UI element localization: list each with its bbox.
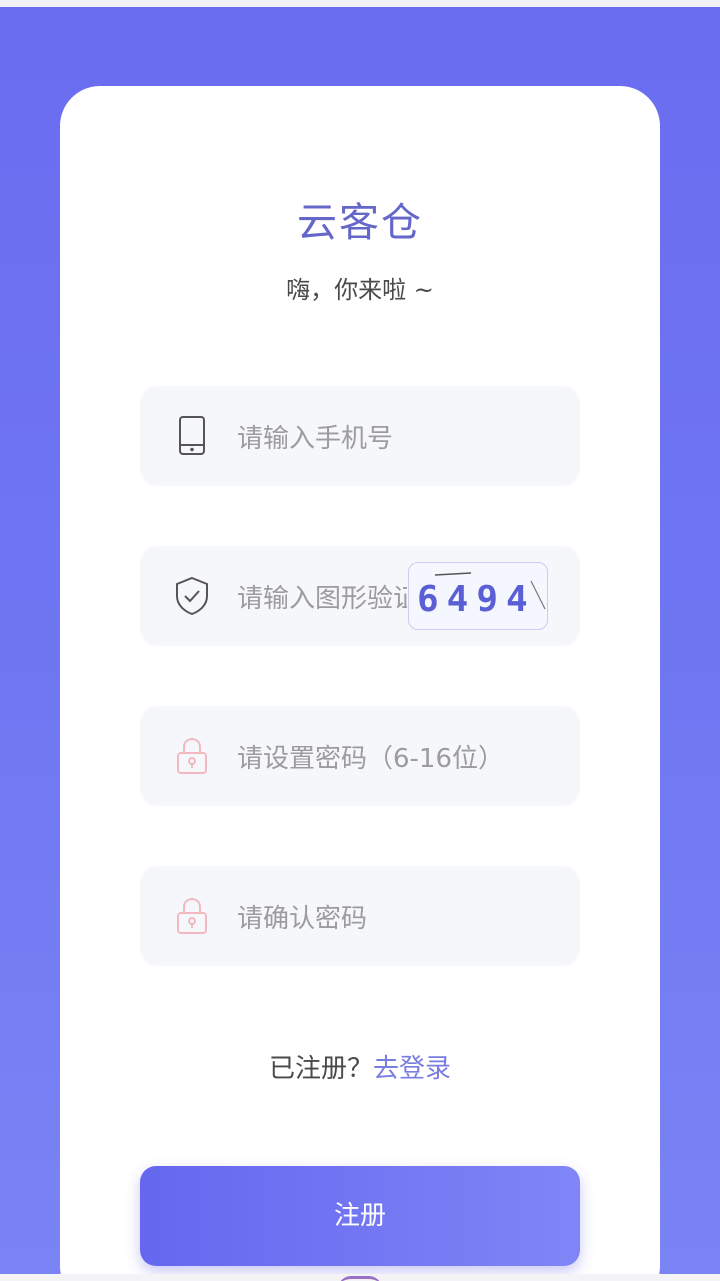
shield-check-icon xyxy=(172,574,212,618)
captcha-input[interactable]: 请输入图形验证码 xyxy=(237,578,407,615)
register-button[interactable]: 注册 xyxy=(140,1166,580,1266)
captcha-field[interactable]: 请输入图形验证码 6494 xyxy=(140,546,580,646)
app-title: 云客仓 xyxy=(297,200,423,246)
phone-field[interactable]: 请输入手机号 xyxy=(140,386,580,486)
password-input[interactable]: 请设置密码（6-16位） xyxy=(237,738,504,775)
lock-icon xyxy=(172,734,212,778)
phone-input[interactable]: 请输入手机号 xyxy=(237,418,393,455)
captcha-image[interactable]: 6494 xyxy=(408,562,548,630)
login-prompt: 已注册？去登录 xyxy=(0,1048,720,1085)
confirm-password-field[interactable]: 请确认密码 xyxy=(140,866,580,966)
password-field[interactable]: 请设置密码（6-16位） xyxy=(140,706,580,806)
login-prompt-text: 已注册？ xyxy=(268,1054,373,1084)
welcome-subtitle: 嗨，你来啦 ~ xyxy=(286,276,434,304)
lock-icon xyxy=(172,894,212,938)
confirm-password-input[interactable]: 请确认密码 xyxy=(237,898,367,935)
phone-icon xyxy=(172,414,212,458)
status-strip xyxy=(0,0,720,7)
home-indicator xyxy=(338,1276,382,1281)
captcha-code: 6494 xyxy=(417,579,536,620)
go-login-link[interactable]: 去登录 xyxy=(373,1054,451,1084)
register-card xyxy=(60,86,660,1281)
